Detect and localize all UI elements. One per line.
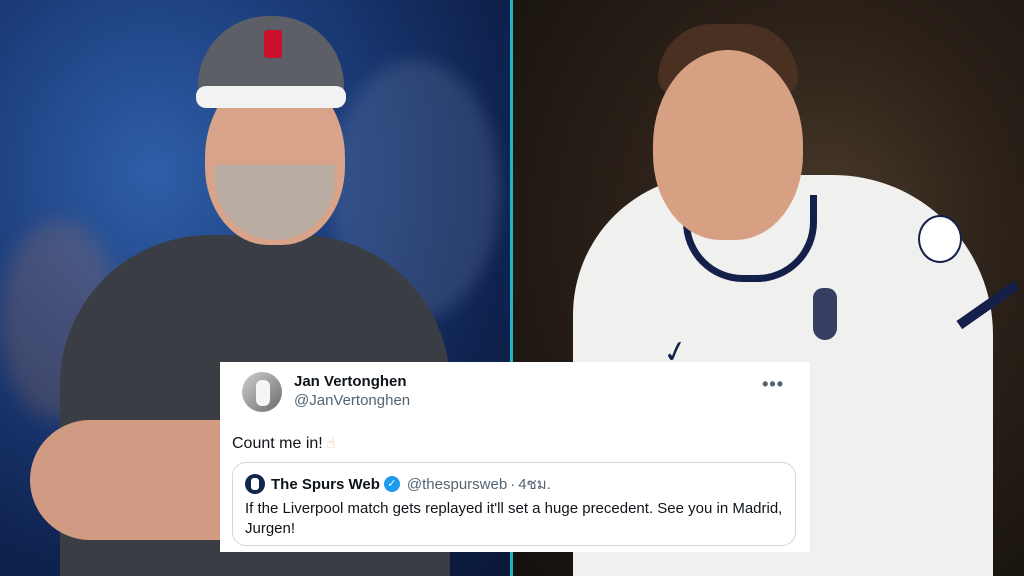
club-crest-icon <box>264 30 282 58</box>
tweet-body: Count me in! <box>232 435 323 452</box>
pointing-up-emoji-icon: ☝ <box>326 436 336 452</box>
quoted-tweet[interactable]: The Spurs Web ✓ @thespursweb · 4ชม. If t… <box>232 462 796 546</box>
author-handle[interactable]: @JanVertonghen <box>294 391 410 411</box>
quoted-author-handle[interactable]: @thespursweb <box>407 476 507 493</box>
quoted-tweet-header: The Spurs Web ✓ @thespursweb · 4ชม. <box>245 473 783 495</box>
player-head <box>653 50 803 240</box>
tweet-card[interactable]: Jan Vertonghen @JanVertonghen ••• Count … <box>220 362 810 552</box>
more-options-icon[interactable]: ••• <box>762 374 784 395</box>
league-badge-icon <box>918 215 962 263</box>
tweet-header: Jan Vertonghen @JanVertonghen ••• <box>232 372 798 414</box>
separator-dot: · <box>510 475 516 493</box>
verified-badge-icon: ✓ <box>383 476 400 492</box>
author-info: Jan Vertonghen @JanVertonghen <box>294 373 410 411</box>
author-avatar[interactable] <box>242 372 282 412</box>
coach-cap-brim <box>196 86 346 108</box>
quoted-author-avatar[interactable] <box>245 474 265 494</box>
quoted-tweet-text: If the Liverpool match gets replayed it'… <box>245 500 783 537</box>
quoted-timestamp[interactable]: 4ชม. <box>518 472 551 496</box>
tweet-text: Count me in! ☝ <box>232 434 798 454</box>
author-name[interactable]: Jan Vertonghen <box>294 373 410 391</box>
club-crest-icon <box>813 288 837 340</box>
quoted-author-name[interactable]: The Spurs Web <box>271 476 380 493</box>
